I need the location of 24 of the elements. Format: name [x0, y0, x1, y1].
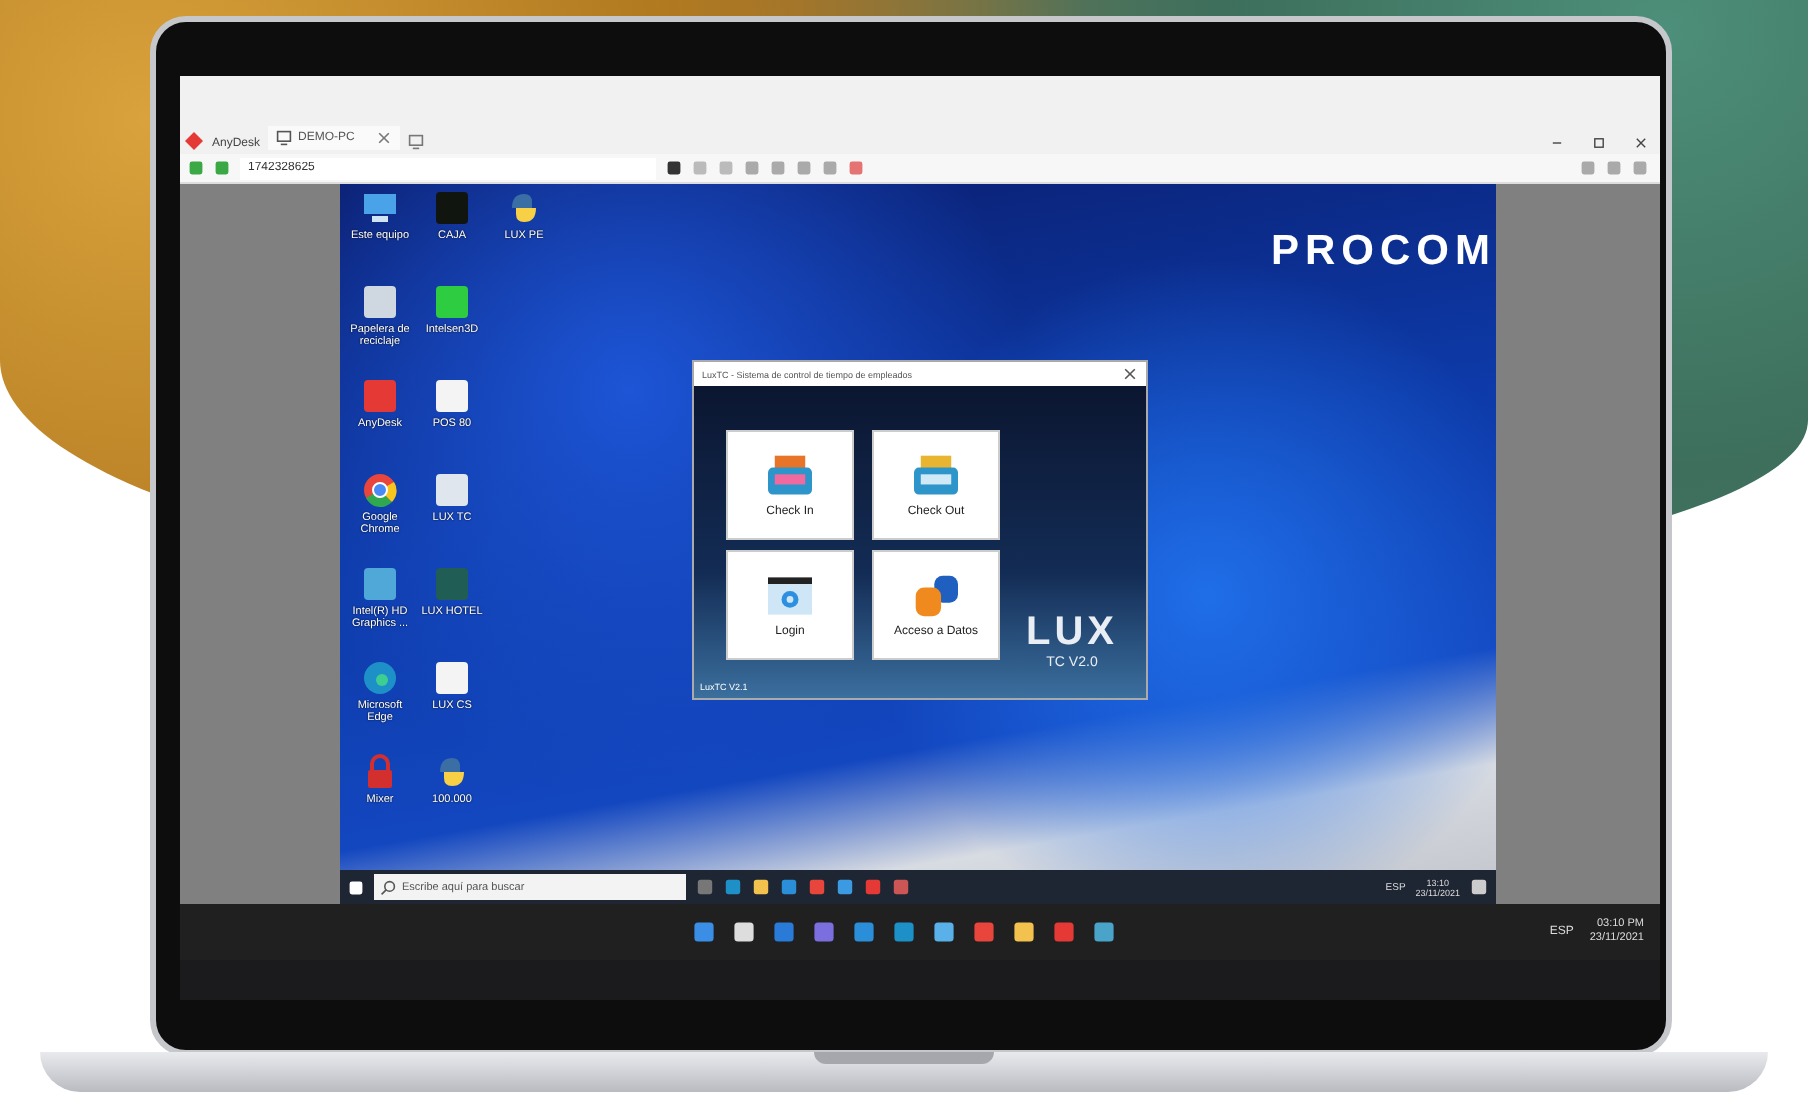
minimize-icon[interactable] — [1550, 136, 1564, 150]
card-reader-icon — [910, 453, 962, 497]
app-icon[interactable] — [892, 878, 910, 896]
app-icon[interactable] — [852, 920, 876, 944]
computer-icon — [360, 188, 400, 228]
app-tile-icon[interactable] — [1052, 920, 1076, 944]
restore-icon[interactable] — [1592, 136, 1606, 150]
close-icon[interactable] — [1634, 136, 1648, 150]
settings-window-icon — [764, 573, 816, 617]
close-icon[interactable] — [1122, 366, 1138, 382]
logo-text: LUX — [1026, 610, 1118, 656]
app-icon[interactable] — [1092, 920, 1116, 944]
app-tile-icon[interactable] — [864, 878, 882, 896]
app-tile-icon — [360, 376, 400, 416]
card-reader-icon — [764, 453, 816, 497]
app-tile-icon — [432, 282, 472, 322]
circuit-board-icon — [432, 564, 472, 604]
diamond-logo-icon — [184, 132, 204, 150]
brand-logo: PROCOM — [1271, 228, 1496, 276]
app-tile-icon — [432, 188, 472, 228]
app-tile-icon — [360, 564, 400, 604]
recycle-bin-icon — [360, 282, 400, 322]
database-icon — [910, 573, 962, 617]
close-icon[interactable] — [376, 130, 393, 146]
